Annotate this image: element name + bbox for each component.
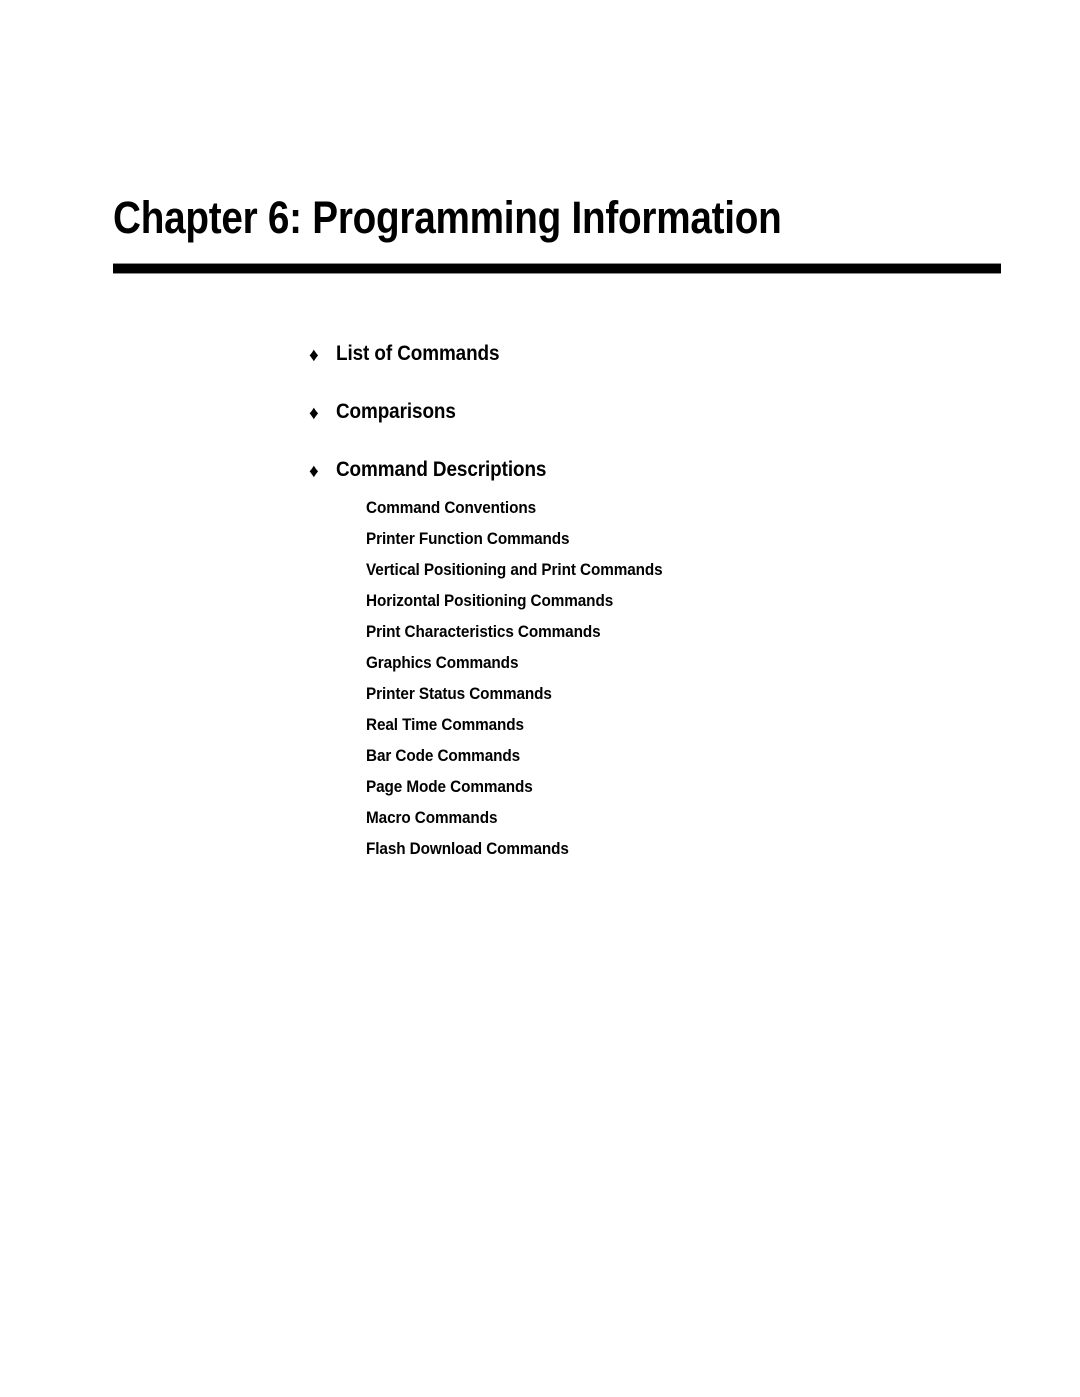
title-divider-rule bbox=[113, 263, 1001, 274]
toc-sub-item[interactable]: Command Conventions bbox=[366, 498, 986, 529]
toc-main-item-list-of-commands[interactable]: ♦ List of Commands bbox=[309, 342, 949, 400]
toc-sub-item-label: Printer Function Commands bbox=[366, 529, 570, 548]
toc-sub-item[interactable]: Printer Status Commands bbox=[366, 684, 986, 715]
toc-sub-item[interactable]: Horizontal Positioning Commands bbox=[366, 591, 986, 622]
toc-sub-item[interactable]: Print Characteristics Commands bbox=[366, 622, 986, 653]
toc-sub-item-label: Flash Download Commands bbox=[366, 839, 569, 858]
toc-sub-item[interactable]: Vertical Positioning and Print Commands bbox=[366, 560, 986, 591]
diamond-bullet-icon: ♦ bbox=[309, 461, 319, 482]
toc-sub-item[interactable]: Printer Function Commands bbox=[366, 529, 986, 560]
toc-sub-item[interactable]: Bar Code Commands bbox=[366, 746, 986, 777]
toc-sub-item-label: Printer Status Commands bbox=[366, 684, 552, 703]
diamond-bullet-icon: ♦ bbox=[309, 345, 319, 366]
toc-sub-item[interactable]: Macro Commands bbox=[366, 808, 986, 839]
toc-sub-item[interactable]: Page Mode Commands bbox=[366, 777, 986, 808]
toc-main-item-label: List of Commands bbox=[336, 342, 500, 365]
toc-main-item-label: Comparisons bbox=[336, 400, 456, 423]
page-title: Chapter 6: Programming Information bbox=[113, 192, 782, 244]
diamond-bullet-icon: ♦ bbox=[309, 403, 319, 424]
chapter-contents-sub-list: Command Conventions Printer Function Com… bbox=[366, 498, 986, 870]
toc-main-item-label: Command Descriptions bbox=[336, 458, 547, 481]
toc-sub-item-label: Print Characteristics Commands bbox=[366, 622, 601, 641]
toc-sub-item-label: Vertical Positioning and Print Commands bbox=[366, 560, 663, 579]
toc-sub-item[interactable]: Real Time Commands bbox=[366, 715, 986, 746]
toc-sub-item-label: Page Mode Commands bbox=[366, 777, 533, 796]
toc-sub-item-label: Bar Code Commands bbox=[366, 746, 521, 765]
document-page: Chapter 6: Programming Information ♦ Lis… bbox=[0, 0, 1080, 1397]
toc-sub-item[interactable]: Flash Download Commands bbox=[366, 839, 986, 870]
chapter-contents-main-list: ♦ List of Commands ♦ Comparisons ♦ Comma… bbox=[309, 342, 949, 516]
toc-sub-item[interactable]: Graphics Commands bbox=[366, 653, 986, 684]
toc-sub-item-label: Real Time Commands bbox=[366, 715, 524, 734]
toc-sub-item-label: Horizontal Positioning Commands bbox=[366, 591, 614, 610]
toc-sub-item-label: Command Conventions bbox=[366, 498, 537, 517]
toc-sub-item-label: Graphics Commands bbox=[366, 653, 519, 672]
toc-main-item-comparisons[interactable]: ♦ Comparisons bbox=[309, 400, 949, 458]
toc-sub-item-label: Macro Commands bbox=[366, 808, 498, 827]
